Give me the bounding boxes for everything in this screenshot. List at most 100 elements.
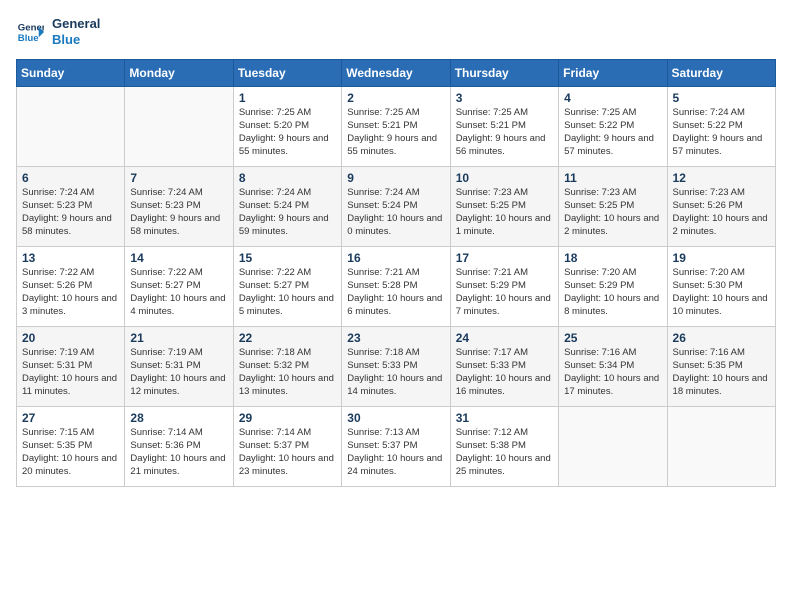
day-number: 17 [456,251,553,265]
day-number: 1 [239,91,336,105]
calendar-cell: 12 Sunrise: 7:23 AM Sunset: 5:26 PM Dayli… [667,167,775,247]
day-number: 19 [673,251,770,265]
day-info: Sunrise: 7:20 AM Sunset: 5:30 PM Dayligh… [673,267,770,318]
day-number: 24 [456,331,553,345]
calendar-cell: 14Sunrise: 7:22 AM Sunset: 5:27 PM Dayli… [125,247,233,327]
logo: General Blue General Blue [16,16,100,47]
logo-text-general: General [52,16,100,32]
day-info: Sunrise: 7:25 AM Sunset: 5:21 PM Dayligh… [347,107,444,158]
day-number: 28 [130,411,227,425]
calendar-header-row: SundayMondayTuesdayWednesdayThursdayFrid… [17,60,776,87]
day-number: 16 [347,251,444,265]
day-info: Sunrise: 7:22 AM Sunset: 5:26 PM Dayligh… [22,267,119,318]
calendar-week-row: 20 Sunrise: 7:19 AM Sunset: 5:31 PM Dayli… [17,327,776,407]
weekday-header: Wednesday [342,60,450,87]
day-number: 27 [22,411,119,425]
calendar-cell: 21 Sunrise: 7:19 AM Sunset: 5:31 PM Dayli… [125,327,233,407]
calendar-cell: 2 Sunrise: 7:25 AM Sunset: 5:21 PM Daylig… [342,87,450,167]
day-info: Sunrise: 7:24 AM Sunset: 5:24 PM Dayligh… [347,187,444,238]
day-number: 22 [239,331,336,345]
day-number: 14 [130,251,227,265]
calendar-cell: 1 Sunrise: 7:25 AM Sunset: 5:20 PM Daylig… [233,87,341,167]
day-info: Sunrise: 7:25 AM Sunset: 5:21 PM Dayligh… [456,107,553,158]
day-info: Sunrise: 7:23 AM Sunset: 5:25 PM Dayligh… [456,187,553,238]
calendar-cell: 31Sunrise: 7:12 AM Sunset: 5:38 PM Dayli… [450,407,558,487]
day-info: Sunrise: 7:20 AM Sunset: 5:29 PM Dayligh… [564,267,661,318]
day-info: Sunrise: 7:15 AM Sunset: 5:35 PM Dayligh… [22,427,119,478]
weekday-header: Tuesday [233,60,341,87]
day-number: 26 [673,331,770,345]
day-info: Sunrise: 7:13 AM Sunset: 5:37 PM Dayligh… [347,427,444,478]
day-number: 5 [673,91,770,105]
calendar-cell: 3 Sunrise: 7:25 AM Sunset: 5:21 PM Daylig… [450,87,558,167]
day-number: 11 [564,171,661,185]
day-info: Sunrise: 7:24 AM Sunset: 5:23 PM Dayligh… [130,187,227,238]
calendar-cell [559,407,667,487]
calendar-cell: 6 Sunrise: 7:24 AM Sunset: 5:23 PM Daylig… [17,167,125,247]
calendar-cell: 27 Sunrise: 7:15 AM Sunset: 5:35 PM Dayli… [17,407,125,487]
calendar-cell: 30 Sunrise: 7:13 AM Sunset: 5:37 PM Dayli… [342,407,450,487]
calendar-cell: 28 Sunrise: 7:14 AM Sunset: 5:36 PM Dayli… [125,407,233,487]
weekday-header: Monday [125,60,233,87]
calendar-cell: 19 Sunrise: 7:20 AM Sunset: 5:30 PM Dayli… [667,247,775,327]
day-info: Sunrise: 7:25 AM Sunset: 5:22 PM Dayligh… [564,107,661,158]
day-number: 4 [564,91,661,105]
day-info: Sunrise: 7:21 AM Sunset: 5:29 PM Dayligh… [456,267,553,318]
calendar-cell: 13 Sunrise: 7:22 AM Sunset: 5:26 PM Dayli… [17,247,125,327]
calendar-cell: 5 Sunrise: 7:24 AM Sunset: 5:22 PM Daylig… [667,87,775,167]
calendar-cell: 4 Sunrise: 7:25 AM Sunset: 5:22 PM Daylig… [559,87,667,167]
day-info: Sunrise: 7:18 AM Sunset: 5:32 PM Dayligh… [239,347,336,398]
day-info: Sunrise: 7:24 AM Sunset: 5:23 PM Dayligh… [22,187,119,238]
day-info: Sunrise: 7:18 AM Sunset: 5:33 PM Dayligh… [347,347,444,398]
day-number: 23 [347,331,444,345]
calendar-cell: 20 Sunrise: 7:19 AM Sunset: 5:31 PM Dayli… [17,327,125,407]
day-number: 21 [130,331,227,345]
day-info: Sunrise: 7:12 AM Sunset: 5:38 PM Dayligh… [456,427,553,478]
day-number: 30 [347,411,444,425]
day-info: Sunrise: 7:17 AM Sunset: 5:33 PM Dayligh… [456,347,553,398]
day-info: Sunrise: 7:19 AM Sunset: 5:31 PM Dayligh… [22,347,119,398]
day-info: Sunrise: 7:21 AM Sunset: 5:28 PM Dayligh… [347,267,444,318]
weekday-header: Sunday [17,60,125,87]
calendar-cell: 25 Sunrise: 7:16 AM Sunset: 5:34 PM Dayli… [559,327,667,407]
day-info: Sunrise: 7:14 AM Sunset: 5:37 PM Dayligh… [239,427,336,478]
calendar-cell: 26 Sunrise: 7:16 AM Sunset: 5:35 PM Dayli… [667,327,775,407]
calendar-table: SundayMondayTuesdayWednesdayThursdayFrid… [16,59,776,487]
day-number: 29 [239,411,336,425]
calendar-cell: 11 Sunrise: 7:23 AM Sunset: 5:25 PM Dayli… [559,167,667,247]
calendar-week-row: 27 Sunrise: 7:15 AM Sunset: 5:35 PM Dayli… [17,407,776,487]
day-number: 2 [347,91,444,105]
calendar-week-row: 6 Sunrise: 7:24 AM Sunset: 5:23 PM Daylig… [17,167,776,247]
day-info: Sunrise: 7:24 AM Sunset: 5:24 PM Dayligh… [239,187,336,238]
calendar-week-row: 13 Sunrise: 7:22 AM Sunset: 5:26 PM Dayli… [17,247,776,327]
day-info: Sunrise: 7:16 AM Sunset: 5:34 PM Dayligh… [564,347,661,398]
day-number: 6 [22,171,119,185]
calendar-cell: 8 Sunrise: 7:24 AM Sunset: 5:24 PM Daylig… [233,167,341,247]
day-number: 18 [564,251,661,265]
logo-text-blue: Blue [52,32,100,48]
day-number: 25 [564,331,661,345]
calendar-cell: 10 Sunrise: 7:23 AM Sunset: 5:25 PM Dayli… [450,167,558,247]
day-info: Sunrise: 7:23 AM Sunset: 5:25 PM Dayligh… [564,187,661,238]
day-info: Sunrise: 7:23 AM Sunset: 5:26 PM Dayligh… [673,187,770,238]
calendar-cell [17,87,125,167]
day-number: 3 [456,91,553,105]
day-info: Sunrise: 7:25 AM Sunset: 5:20 PM Dayligh… [239,107,336,158]
calendar-cell: 29 Sunrise: 7:14 AM Sunset: 5:37 PM Dayli… [233,407,341,487]
day-number: 15 [239,251,336,265]
day-info: Sunrise: 7:16 AM Sunset: 5:35 PM Dayligh… [673,347,770,398]
day-info: Sunrise: 7:19 AM Sunset: 5:31 PM Dayligh… [130,347,227,398]
day-number: 13 [22,251,119,265]
day-number: 12 [673,171,770,185]
day-number: 20 [22,331,119,345]
calendar-cell: 7Sunrise: 7:24 AM Sunset: 5:23 PM Daylig… [125,167,233,247]
calendar-cell: 24 Sunrise: 7:17 AM Sunset: 5:33 PM Dayli… [450,327,558,407]
logo-icon: General Blue [16,18,44,46]
calendar-cell: 18 Sunrise: 7:20 AM Sunset: 5:29 PM Dayli… [559,247,667,327]
day-number: 10 [456,171,553,185]
day-info: Sunrise: 7:24 AM Sunset: 5:22 PM Dayligh… [673,107,770,158]
svg-text:Blue: Blue [18,32,39,43]
day-number: 8 [239,171,336,185]
day-info: Sunrise: 7:14 AM Sunset: 5:36 PM Dayligh… [130,427,227,478]
day-number: 9 [347,171,444,185]
